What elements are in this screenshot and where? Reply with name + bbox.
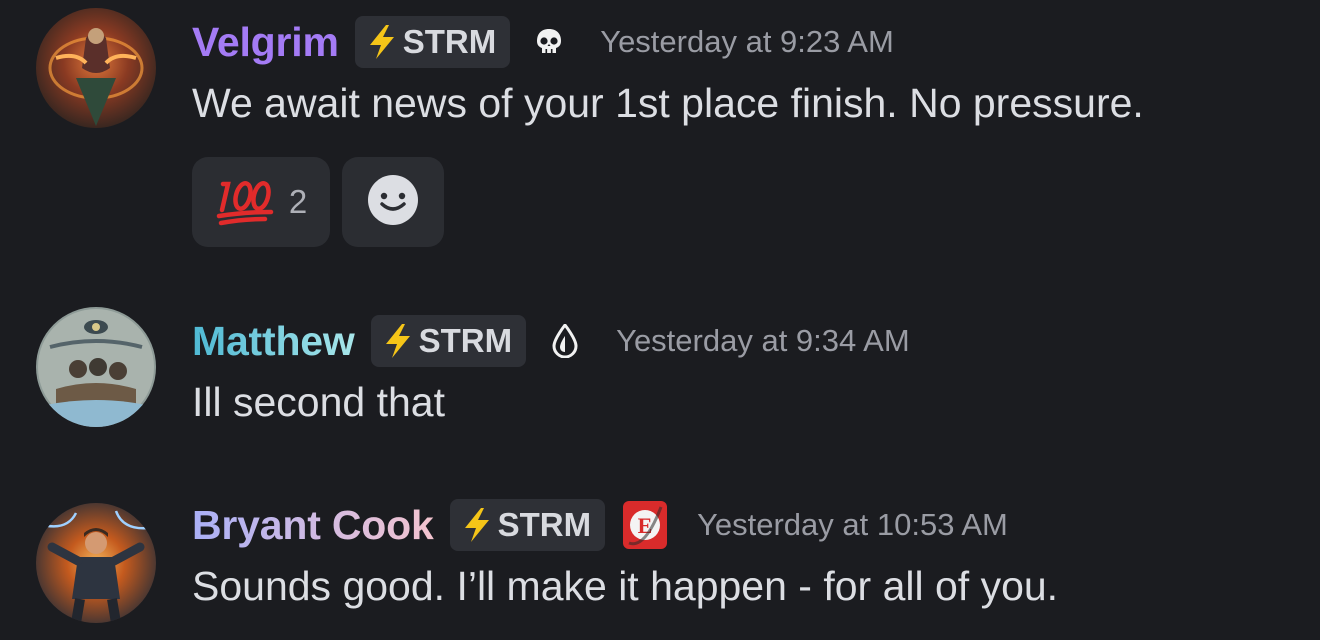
timestamp[interactable]: Yesterday at 9:34 AM [616, 323, 910, 359]
water-drop-icon[interactable] [548, 324, 582, 358]
reactions-bar: 2 [192, 157, 456, 247]
timestamp[interactable]: Yesterday at 10:53 AM [697, 507, 1008, 543]
lightning-bolt-icon [365, 24, 399, 60]
message-header: Matthew STRM Yesterday at 9:34 AM [192, 314, 910, 368]
reaction-100[interactable]: 2 [192, 157, 330, 247]
avatar-velgrim[interactable] [36, 8, 156, 128]
100-emoji-icon [215, 174, 275, 231]
svg-text:E: E [638, 513, 653, 538]
lightning-bolt-icon [381, 323, 415, 359]
username[interactable]: Bryant Cook [192, 502, 434, 549]
add-reaction-button[interactable] [342, 157, 444, 247]
server-tag[interactable]: STRM [370, 315, 527, 367]
server-tag-label: STRM [497, 506, 592, 543]
message-content: Ill second that [192, 379, 445, 425]
avatar-image [36, 307, 156, 427]
message-content: Sounds good. I’ll make it happen - for a… [192, 563, 1059, 609]
server-tag-label: STRM [402, 23, 497, 60]
avatar-bryant-cook[interactable] [36, 503, 156, 623]
smiley-icon [367, 174, 419, 231]
timestamp[interactable]: Yesterday at 9:23 AM [600, 24, 894, 60]
reaction-count: 2 [288, 183, 308, 220]
e-badge-icon[interactable]: E [621, 499, 669, 551]
username[interactable]: Matthew [192, 318, 355, 365]
message-header: Velgrim STRM Yesterday at 9:23 AM [192, 15, 894, 69]
skull-icon[interactable] [532, 25, 566, 59]
avatar-matthew[interactable] [36, 307, 156, 427]
username[interactable]: Velgrim [192, 19, 339, 66]
server-tag-label: STRM [418, 322, 513, 359]
server-tag[interactable]: STRM [354, 16, 511, 68]
avatar-image [36, 503, 156, 623]
message-header: Bryant Cook STRM E Yesterday at 10:53 AM [192, 498, 1008, 552]
server-tag[interactable]: STRM [449, 499, 606, 551]
chat-log: Velgrim STRM Yesterday at 9:23 AM We awa… [0, 0, 1320, 640]
lightning-bolt-icon [460, 507, 494, 543]
avatar-image [36, 8, 156, 128]
message-content: We await news of your 1st place finish. … [192, 80, 1144, 126]
